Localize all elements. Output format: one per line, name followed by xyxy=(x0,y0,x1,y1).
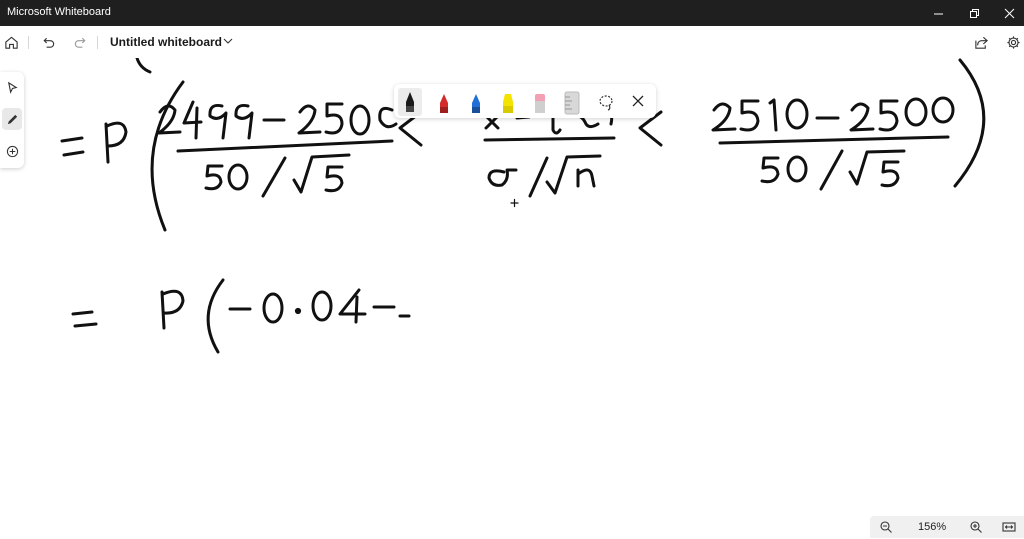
lasso-tool[interactable] xyxy=(594,88,618,116)
toolbar-divider xyxy=(28,36,29,49)
zoom-in-icon xyxy=(970,521,982,533)
add-icon xyxy=(6,145,18,157)
fit-icon xyxy=(1002,522,1016,532)
home-icon xyxy=(4,36,18,49)
select-tool-button[interactable] xyxy=(2,76,22,98)
share-button[interactable] xyxy=(971,32,991,52)
blue-pen[interactable] xyxy=(464,88,488,116)
toolbar-divider xyxy=(97,36,98,49)
close-window-button[interactable] xyxy=(992,0,1024,26)
app-toolbar: Untitled whiteboard xyxy=(0,26,1024,58)
undo-button[interactable] xyxy=(38,32,58,52)
eraser-icon xyxy=(535,94,545,113)
minimize-button[interactable] xyxy=(921,0,955,26)
app-title: Microsoft Whiteboard xyxy=(7,6,111,18)
restore-icon xyxy=(969,8,979,18)
select-icon xyxy=(7,81,18,94)
add-button[interactable] xyxy=(2,140,22,162)
red-pen-icon xyxy=(440,94,448,113)
settings-button[interactable] xyxy=(1003,32,1023,52)
highlighter-icon xyxy=(503,94,513,113)
handwriting-ink xyxy=(60,58,986,354)
undo-icon xyxy=(42,37,54,48)
lasso-icon xyxy=(599,95,613,111)
zoom-out-icon xyxy=(880,521,892,533)
ruler-icon xyxy=(564,91,580,115)
pen-icon xyxy=(7,114,17,124)
home-button[interactable] xyxy=(1,32,21,52)
zoom-in-button[interactable] xyxy=(969,520,983,534)
title-bar: Microsoft Whiteboard xyxy=(0,0,1024,26)
redo-button[interactable] xyxy=(70,32,90,52)
settings-icon xyxy=(1006,35,1020,49)
zoom-level: 156% xyxy=(918,521,947,533)
pen-palette xyxy=(394,84,656,118)
yellow-highlighter[interactable] xyxy=(496,88,520,116)
close-icon[interactable] xyxy=(630,93,646,109)
redo-icon xyxy=(74,37,86,48)
board-title[interactable]: Untitled whiteboard xyxy=(110,35,222,49)
ruler[interactable] xyxy=(560,88,584,116)
whiteboard-canvas[interactable] xyxy=(0,58,1024,538)
close-window-icon xyxy=(1004,8,1014,18)
zoom-out-button[interactable] xyxy=(879,520,893,534)
restore-button[interactable] xyxy=(957,0,991,26)
fit-to-screen-button[interactable] xyxy=(1002,520,1016,534)
minimize-icon xyxy=(933,13,943,14)
eraser[interactable] xyxy=(528,88,552,116)
black-pen[interactable] xyxy=(398,88,422,116)
chevron-down-icon[interactable] xyxy=(221,34,235,48)
zoom-controls: 156% xyxy=(870,516,1024,538)
red-pen[interactable] xyxy=(432,88,456,116)
black-pen-icon xyxy=(398,88,422,116)
left-tool-rail xyxy=(0,72,24,168)
blue-pen-icon xyxy=(472,94,480,113)
share-icon xyxy=(974,36,988,49)
pen-tool-button[interactable] xyxy=(2,108,22,130)
